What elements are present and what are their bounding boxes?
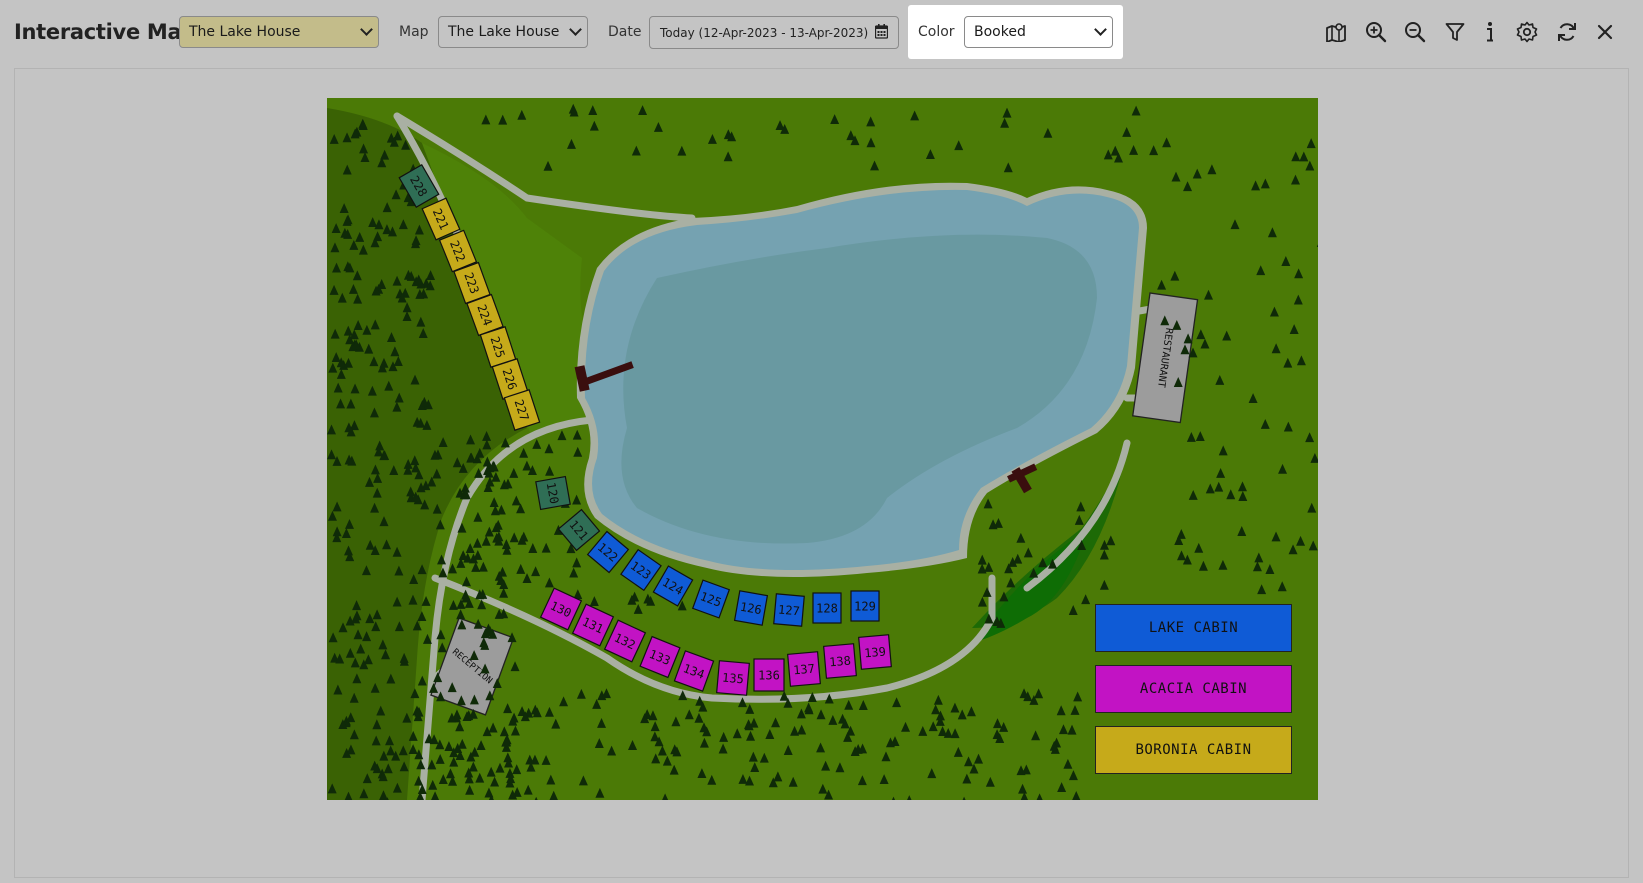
cabin-137[interactable]: 137 — [787, 651, 821, 687]
refresh-icon[interactable] — [1554, 19, 1580, 45]
filter-icon[interactable] — [1442, 19, 1468, 45]
cabin-126[interactable]: 126 — [733, 590, 769, 626]
info-icon[interactable] — [1477, 19, 1503, 45]
cabin-138[interactable]: 138 — [823, 643, 857, 679]
resort-map[interactable]: RESTAURANT RECEPTION 228 221 222 223 224 225 2… — [327, 98, 1326, 808]
chevron-down-icon — [1094, 23, 1107, 36]
cabin-number: 136 — [758, 669, 780, 683]
cabin-number: 127 — [778, 603, 801, 619]
cabin-number: 139 — [864, 645, 887, 661]
cabin-127[interactable]: 127 — [773, 593, 805, 627]
page-title: Interactive Map — [14, 20, 197, 44]
map-label: Map — [399, 24, 429, 40]
date-label: Date — [608, 24, 642, 40]
property-select[interactable]: The Lake House — [179, 16, 379, 48]
property-select-value: The Lake House — [189, 24, 301, 40]
chevron-down-icon — [569, 23, 582, 36]
gear-icon[interactable] — [1514, 19, 1540, 45]
cabin-135[interactable]: 135 — [716, 660, 750, 696]
legend-acacia-label: ACACIA CABIN — [1139, 681, 1248, 697]
color-select-value: Booked — [974, 24, 1026, 40]
cabin-136[interactable]: 136 — [753, 658, 785, 692]
color-select[interactable]: Booked — [964, 16, 1113, 48]
map-select-value: The Lake House — [448, 24, 560, 40]
calendar-icon[interactable] — [874, 24, 889, 42]
legend-boronia-cabin: BORONIA CABIN — [1095, 726, 1292, 774]
cabin-129[interactable]: 129 — [850, 590, 880, 622]
cabin-number: 129 — [854, 600, 876, 614]
legend-lake-cabin: LAKE CABIN — [1095, 604, 1292, 652]
cabin-number: 128 — [816, 602, 838, 616]
legend-boronia-label: BORONIA CABIN — [1135, 742, 1252, 758]
close-icon[interactable] — [1592, 19, 1618, 45]
chevron-down-icon — [360, 23, 373, 36]
cabin-number: 138 — [829, 654, 852, 670]
cabin-128[interactable]: 128 — [812, 592, 842, 624]
toolbar: Interactive Map The Lake House Map The L… — [0, 0, 1643, 66]
legend-acacia-cabin: ACACIA CABIN — [1095, 665, 1292, 713]
legend-lake-label: LAKE CABIN — [1148, 620, 1239, 636]
cabin-number: 137 — [793, 662, 816, 678]
cabin-139[interactable]: 139 — [858, 634, 892, 670]
zoom-out-icon[interactable] — [1402, 19, 1428, 45]
cabin-120[interactable]: 120 — [535, 475, 571, 511]
date-value: Today (12-Apr-2023 - 13-Apr-2023) — [660, 25, 869, 40]
cabin-number: 135 — [722, 671, 745, 687]
color-label: Color — [918, 24, 955, 40]
zoom-in-icon[interactable] — [1363, 19, 1389, 45]
map-icon[interactable] — [1323, 19, 1349, 45]
date-field[interactable]: Today (12-Apr-2023 - 13-Apr-2023) — [649, 16, 899, 49]
map-select[interactable]: The Lake House — [438, 16, 588, 48]
